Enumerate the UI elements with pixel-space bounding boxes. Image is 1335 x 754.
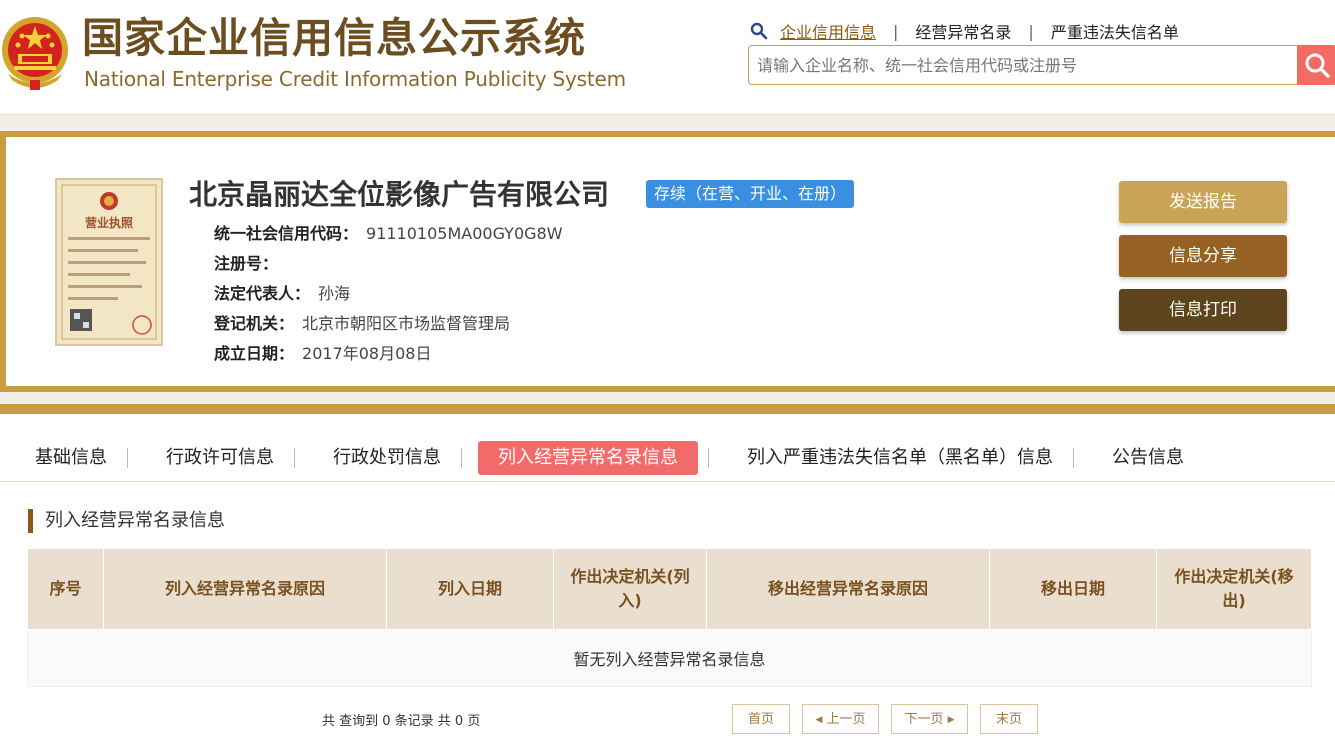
tab-blacklist[interactable]: 列入严重违法失信名单（黑名单）信息 xyxy=(727,441,1073,475)
search-icon xyxy=(1305,53,1330,78)
tab-admin-penalty[interactable]: 行政处罚信息 xyxy=(313,441,461,475)
pager-first-button[interactable]: 首页 xyxy=(732,704,790,734)
share-info-button[interactable]: 信息分享 xyxy=(1119,235,1287,277)
info-value: 北京市朝阳区市场监督管理局 xyxy=(302,314,511,333)
nav-credit-info[interactable]: 企业信用信息 xyxy=(780,19,876,43)
nav-abnormal-list[interactable]: 经营异常名录 xyxy=(915,19,1011,43)
chevron-right-icon: ▶ xyxy=(947,715,955,725)
info-row-legal-rep: 法定代表人： 孙海 xyxy=(214,282,350,306)
company-card: 营业执照 北京晶丽达全位影像广告有限公司 存续（在营、开业、在册） 统一社会信用… xyxy=(0,131,1335,392)
empty-message: 暂无列入经营异常名录信息 xyxy=(27,629,1312,687)
column-header: 序号 xyxy=(27,548,104,630)
pager-next-button[interactable]: 下一页 ▶ xyxy=(891,704,968,734)
pager-next-label: 下一页 xyxy=(904,712,944,727)
info-value: 孙海 xyxy=(318,284,351,303)
top-navigation: 企业信用信息 | 经营异常名录 | 严重违法失信名单 xyxy=(750,20,1179,42)
nav-divider: | xyxy=(893,21,899,41)
national-emblem-icon xyxy=(2,17,68,90)
chevron-left-icon: ◀ xyxy=(815,715,823,725)
company-name: 北京晶丽达全位影像广告有限公司 xyxy=(189,178,610,211)
info-row-founded: 成立日期： 2017年08月08日 xyxy=(214,342,431,366)
info-label: 法定代表人： xyxy=(214,284,311,303)
tab-bar: 基础信息 行政许可信息 行政处罚信息 列入经营异常名录信息 列入严重违法失信名单… xyxy=(0,440,1335,476)
section-title: 列入经营异常名录信息 xyxy=(28,509,225,533)
pager-prev-label: 上一页 xyxy=(826,712,866,727)
site-title-en: National Enterprise Credit Information P… xyxy=(84,67,626,91)
tab-abnormal-list[interactable]: 列入经营异常名录信息 xyxy=(478,441,698,475)
abnormal-list-table: 序号 列入经营异常名录原因 列入日期 作出决定机关(列入) 移出经营异常名录原因… xyxy=(27,548,1312,687)
pager-prev-button[interactable]: ◀ 上一页 xyxy=(802,704,879,734)
status-badge: 存续（在营、开业、在册） xyxy=(646,180,855,208)
info-label: 登记机关： xyxy=(214,314,295,333)
column-header: 列入经营异常名录原因 xyxy=(103,548,387,630)
pager-last-button[interactable]: 末页 xyxy=(980,704,1038,734)
info-value: 91110105MA00GY0G8W xyxy=(366,224,563,243)
search-button[interactable] xyxy=(1297,45,1335,85)
column-header: 作出决定机关(列入) xyxy=(553,548,707,630)
info-label: 成立日期： xyxy=(214,344,295,363)
tab-admin-license[interactable]: 行政许可信息 xyxy=(146,441,294,475)
info-row-authority: 登记机关： 北京市朝阳区市场监督管理局 xyxy=(214,312,510,336)
tab-divider xyxy=(127,448,128,468)
column-header: 移出日期 xyxy=(989,548,1157,630)
table-row: 暂无列入经营异常名录信息 xyxy=(27,629,1312,687)
nav-blacklist[interactable]: 严重违法失信名单 xyxy=(1051,19,1179,43)
site-header: 国家企业信用信息公示系统 National Enterprise Credit … xyxy=(0,0,1335,115)
tab-divider xyxy=(461,448,462,468)
search-box xyxy=(748,45,1298,85)
search-input[interactable] xyxy=(749,46,1277,84)
info-row-credit-code: 统一社会信用代码： 91110105MA00GY0G8W xyxy=(214,222,563,246)
info-row-reg-number: 注册号： xyxy=(214,252,286,276)
tab-divider xyxy=(1073,448,1074,468)
license-title: 营业执照 xyxy=(85,215,133,230)
send-report-button[interactable]: 发送报告 xyxy=(1119,181,1287,223)
site-title-cn: 国家企业信用信息公示系统 xyxy=(82,14,586,62)
search-icon xyxy=(750,22,768,40)
nav-divider: | xyxy=(1028,21,1034,41)
info-label: 注册号： xyxy=(214,254,279,273)
tab-announcements[interactable]: 公告信息 xyxy=(1092,441,1204,475)
column-header: 列入日期 xyxy=(386,548,554,630)
tab-divider xyxy=(708,448,709,468)
column-header: 移出经营异常名录原因 xyxy=(706,548,990,630)
print-info-button[interactable]: 信息打印 xyxy=(1119,289,1287,331)
table-header-row: 序号 列入经营异常名录原因 列入日期 作出决定机关(列入) 移出经营异常名录原因… xyxy=(27,548,1312,630)
tab-basic-info[interactable]: 基础信息 xyxy=(15,441,127,475)
column-header: 作出决定机关(移出) xyxy=(1156,548,1312,630)
business-license-icon[interactable]: 营业执照 xyxy=(54,177,164,347)
info-label: 统一社会信用代码： xyxy=(214,224,359,243)
tabs-band: 基础信息 行政许可信息 行政处罚信息 列入经营异常名录信息 列入严重违法失信名单… xyxy=(0,404,1335,482)
total-count: 共 查询到 0 条记录 共 0 页 xyxy=(322,714,481,729)
abnormal-list-section: 列入经营异常名录信息 序号 列入经营异常名录原因 列入日期 作出决定机关(列入)… xyxy=(0,482,1335,754)
info-value: 2017年08月08日 xyxy=(302,344,432,363)
tab-divider xyxy=(294,448,295,468)
